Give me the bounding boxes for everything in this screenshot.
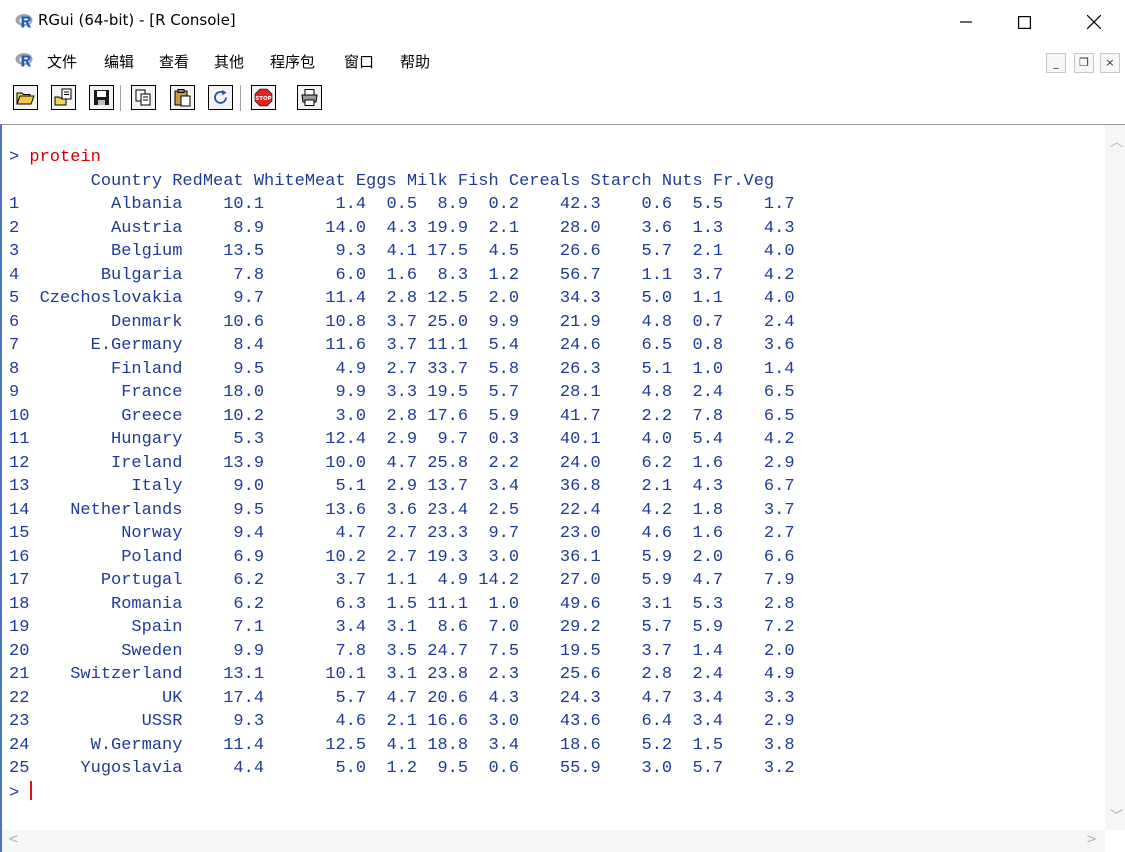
data-frame-rows: 1 Albania 10.1 1.4 0.5 8.9 0.2 42.3 0.6 … [9,195,795,778]
table-row: 23 USSR 9.3 4.6 2.1 16.6 3.0 43.6 6.4 3.… [9,712,795,731]
data-frame-header: Country RedMeat WhiteMeat Eggs Milk Fish… [9,171,775,191]
table-row: 19 Spain 7.1 3.4 3.1 8.6 7.0 29.2 5.7 5.… [9,618,795,637]
r-console[interactable]: > protein Country RedMeat WhiteMeat Eggs… [9,146,795,805]
print-button[interactable] [297,85,322,110]
mdi-close-button[interactable]: × [1100,53,1120,73]
vertical-scrollbar[interactable]: ︿ ﹀ [1105,125,1125,830]
svg-text:STOP: STOP [255,96,271,102]
maximize-icon [1017,15,1031,29]
menu-windows[interactable]: 窗口 [344,51,374,72]
horizontal-scrollbar[interactable]: < > [2,830,1105,852]
title-bar: RGui (64-bit) - [R Console] [0,0,1125,44]
copy-paste-button[interactable] [208,85,233,110]
open-script-button[interactable] [13,85,38,110]
table-row: 16 Poland 6.9 10.2 2.7 19.3 3.0 36.1 5.9… [9,547,795,567]
maximize-button[interactable] [1001,0,1047,44]
stop-button[interactable]: STOP [251,85,276,110]
console-command: protein [29,148,101,167]
table-row: 24 W.Germany 11.4 12.5 4.1 18.8 3.4 18.6… [9,735,795,755]
save-icon [94,90,109,105]
table-row: 17 Portugal 6.2 3.7 1.1 4.9 14.2 27.0 5.… [9,571,795,590]
minimize-icon [960,21,972,23]
mdi-minimize-button[interactable]: _ [1046,53,1066,73]
r-logo-icon[interactable] [15,51,33,69]
table-row: 4 Bulgaria 7.8 6.0 1.6 8.3 1.2 56.7 1.1 … [9,265,795,285]
table-row: 8 Finland 9.5 4.9 2.7 33.7 5.8 26.3 5.1 … [9,359,795,379]
toolbar-separator [240,85,241,111]
menu-edit[interactable]: 编辑 [104,51,134,72]
toolbar-separator [120,85,121,111]
table-row: 7 E.Germany 8.4 11.6 3.7 11.1 5.4 24.6 6… [9,336,795,355]
table-row: 21 Switzerland 13.1 10.1 3.1 23.8 2.3 25… [9,665,795,684]
paste-icon [174,89,191,107]
table-row: 1 Albania 10.1 1.4 0.5 8.9 0.2 42.3 0.6 … [9,195,795,214]
table-row: 3 Belgium 13.5 9.3 4.1 17.5 4.5 26.6 5.7… [9,242,795,261]
table-row: 11 Hungary 5.3 12.4 2.9 9.7 0.3 40.1 4.0… [9,430,795,449]
window-title: RGui (64-bit) - [R Console] [38,11,236,29]
refresh-icon [214,90,227,104]
table-row: 18 Romania 6.2 6.3 1.5 11.1 1.0 49.6 3.1… [9,594,795,614]
load-workspace-icon [54,88,72,106]
table-row: 22 UK 17.4 5.7 4.7 20.6 4.3 24.3 4.7 3.4… [9,688,795,708]
load-workspace-button[interactable] [51,85,76,110]
text-cursor [30,780,33,800]
paste-button[interactable] [170,85,195,110]
mdi-restore-button[interactable]: ❐ [1074,53,1094,73]
table-row: 13 Italy 9.0 5.1 2.9 13.7 3.4 36.8 2.1 4… [9,477,795,496]
table-row: 20 Sweden 9.9 7.8 3.5 24.7 7.5 19.5 3.7 … [9,641,795,661]
stop-icon: STOP [254,88,273,107]
print-icon [301,89,318,106]
table-row: 14 Netherlands 9.5 13.6 3.6 23.4 2.5 22.… [9,500,795,520]
toolbar [0,76,1125,124]
menu-misc[interactable]: 其他 [214,51,244,72]
close-icon [1087,15,1101,29]
table-row: 15 Norway 9.4 4.7 2.7 23.3 9.7 23.0 4.6 … [9,524,795,543]
table-row: 10 Greece 10.2 3.0 2.8 17.6 5.9 41.7 2.2… [9,406,795,426]
scroll-right-icon[interactable]: > [1086,832,1097,847]
table-row: 25 Yugoslavia 4.4 5.0 1.2 9.5 0.6 55.9 3… [9,759,795,778]
console-prompt: > [9,783,20,803]
copy-button[interactable] [131,85,156,110]
close-button[interactable] [1071,0,1117,44]
table-row: 9 France 18.0 9.9 3.3 19.5 5.7 28.1 4.8 … [9,383,795,402]
minimize-button[interactable] [943,0,989,44]
table-row: 2 Austria 8.9 14.0 4.3 19.9 2.1 28.0 3.6… [9,218,795,238]
table-row: 6 Denmark 10.6 10.8 3.7 25.0 9.9 21.9 4.… [9,312,795,332]
r-logo-icon [15,14,33,28]
menu-view[interactable]: 查看 [159,51,189,72]
scroll-left-icon[interactable]: < [8,832,19,847]
copy-icon [135,89,151,106]
console-prompt: > [9,148,20,167]
menu-help[interactable]: 帮助 [400,51,430,72]
scroll-down-icon[interactable]: ﹀ [1110,805,1123,824]
menu-packages[interactable]: 程序包 [270,51,315,72]
scroll-up-icon[interactable]: ︿ [1110,131,1123,150]
menu-file[interactable]: 文件 [47,51,77,72]
save-workspace-button[interactable] [89,85,114,110]
open-folder-icon [16,92,35,105]
table-row: 5 Czechoslovakia 9.7 11.4 2.8 12.5 2.0 3… [9,289,795,308]
table-row: 12 Ireland 13.9 10.0 4.7 25.8 2.2 24.0 6… [9,453,795,473]
